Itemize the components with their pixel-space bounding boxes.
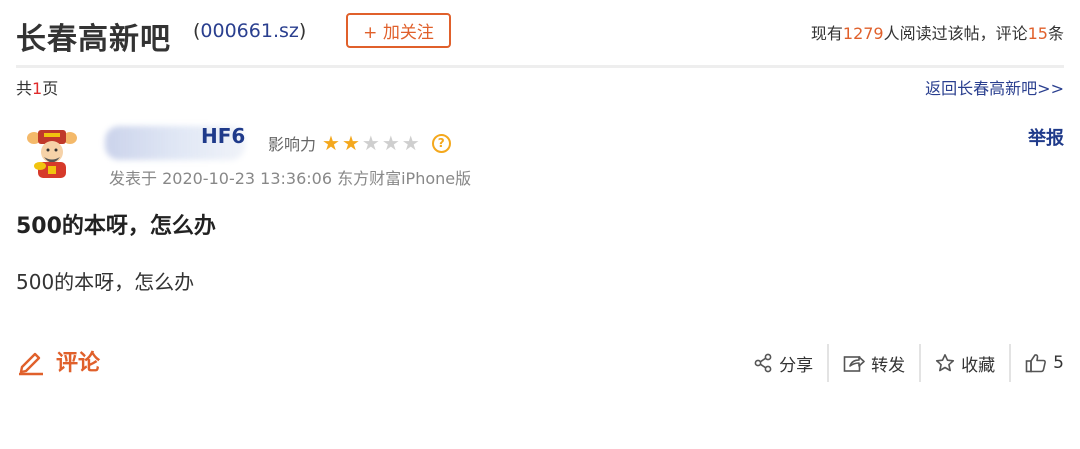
- post-actions: 分享 转发 收藏 5: [739, 344, 1064, 382]
- star-empty-icon: ★: [361, 131, 380, 155]
- comment-button[interactable]: 评论: [16, 344, 100, 378]
- like-count: 5: [1053, 353, 1064, 373]
- back-to-bar-link[interactable]: 返回长春高新吧>>: [925, 75, 1064, 99]
- pager-prefix: 共: [16, 79, 33, 98]
- post-meta: 发表于 2020-10-23 13:36:06 东方财富iPhone版: [109, 169, 472, 188]
- avatar[interactable]: [24, 126, 80, 182]
- close-paren: ): [298, 20, 307, 42]
- star-empty-icon: ★: [401, 131, 420, 155]
- read-count: 1279: [842, 24, 884, 43]
- help-icon[interactable]: ?: [431, 133, 451, 153]
- stats-suffix: 条: [1047, 24, 1064, 43]
- page-header: 长春高新吧 (000661.sz) + 加关注 现有1279人阅读过该帖，评论1…: [0, 0, 1080, 66]
- share-button[interactable]: 分享: [739, 344, 827, 382]
- stock-code-text: 000661.sz: [200, 20, 299, 42]
- star-outline-icon: [936, 354, 955, 372]
- follow-button[interactable]: + 加关注: [346, 13, 451, 48]
- star-empty-icon: ★: [381, 131, 400, 155]
- pager-suffix: 页: [42, 79, 59, 98]
- forward-icon: [843, 356, 865, 372]
- post-title: 500的本呀，怎么办: [16, 214, 216, 239]
- bar-title[interactable]: 长春高新吧: [16, 14, 171, 58]
- report-button[interactable]: 举报: [1028, 124, 1064, 150]
- thumbs-up-icon: [1025, 354, 1047, 373]
- star-filled-icon: ★: [322, 131, 340, 155]
- forward-button[interactable]: 转发: [827, 344, 919, 382]
- header-divider: [16, 65, 1064, 68]
- share-icon: [754, 353, 772, 373]
- page-count: 共1页: [16, 75, 58, 99]
- stats-prefix: 现有: [810, 24, 843, 43]
- star-filled-icon: ★: [341, 131, 360, 155]
- comment-label: 评论: [56, 351, 101, 376]
- avatar-caishen-icon: [27, 130, 77, 178]
- author-name[interactable]: HF6: [105, 122, 250, 162]
- share-label: 分享: [779, 355, 814, 376]
- like-button[interactable]: 5: [1009, 344, 1064, 382]
- pencil-icon: [19, 352, 43, 376]
- post-stats: 现有1279人阅读过该帖，评论15条: [811, 20, 1064, 44]
- favorite-label: 收藏: [961, 355, 996, 376]
- comment-count: 15: [1027, 24, 1048, 43]
- post-body: 500的本呀，怎么办: [16, 270, 195, 294]
- favorite-button[interactable]: 收藏: [919, 344, 1009, 382]
- stats-mid: 人阅读过该帖，评论: [883, 24, 1028, 43]
- influence-label: 影响力: [268, 135, 317, 154]
- author-name-visible: HF6: [201, 124, 246, 148]
- forward-label: 转发: [871, 355, 906, 376]
- stock-code[interactable]: (000661.sz): [193, 20, 306, 42]
- influence-rating: 影响力 ★ ★ ★ ★ ★ ?: [268, 131, 451, 155]
- star-rating: ★ ★ ★ ★ ★: [322, 133, 420, 153]
- page-total: 1: [32, 79, 43, 98]
